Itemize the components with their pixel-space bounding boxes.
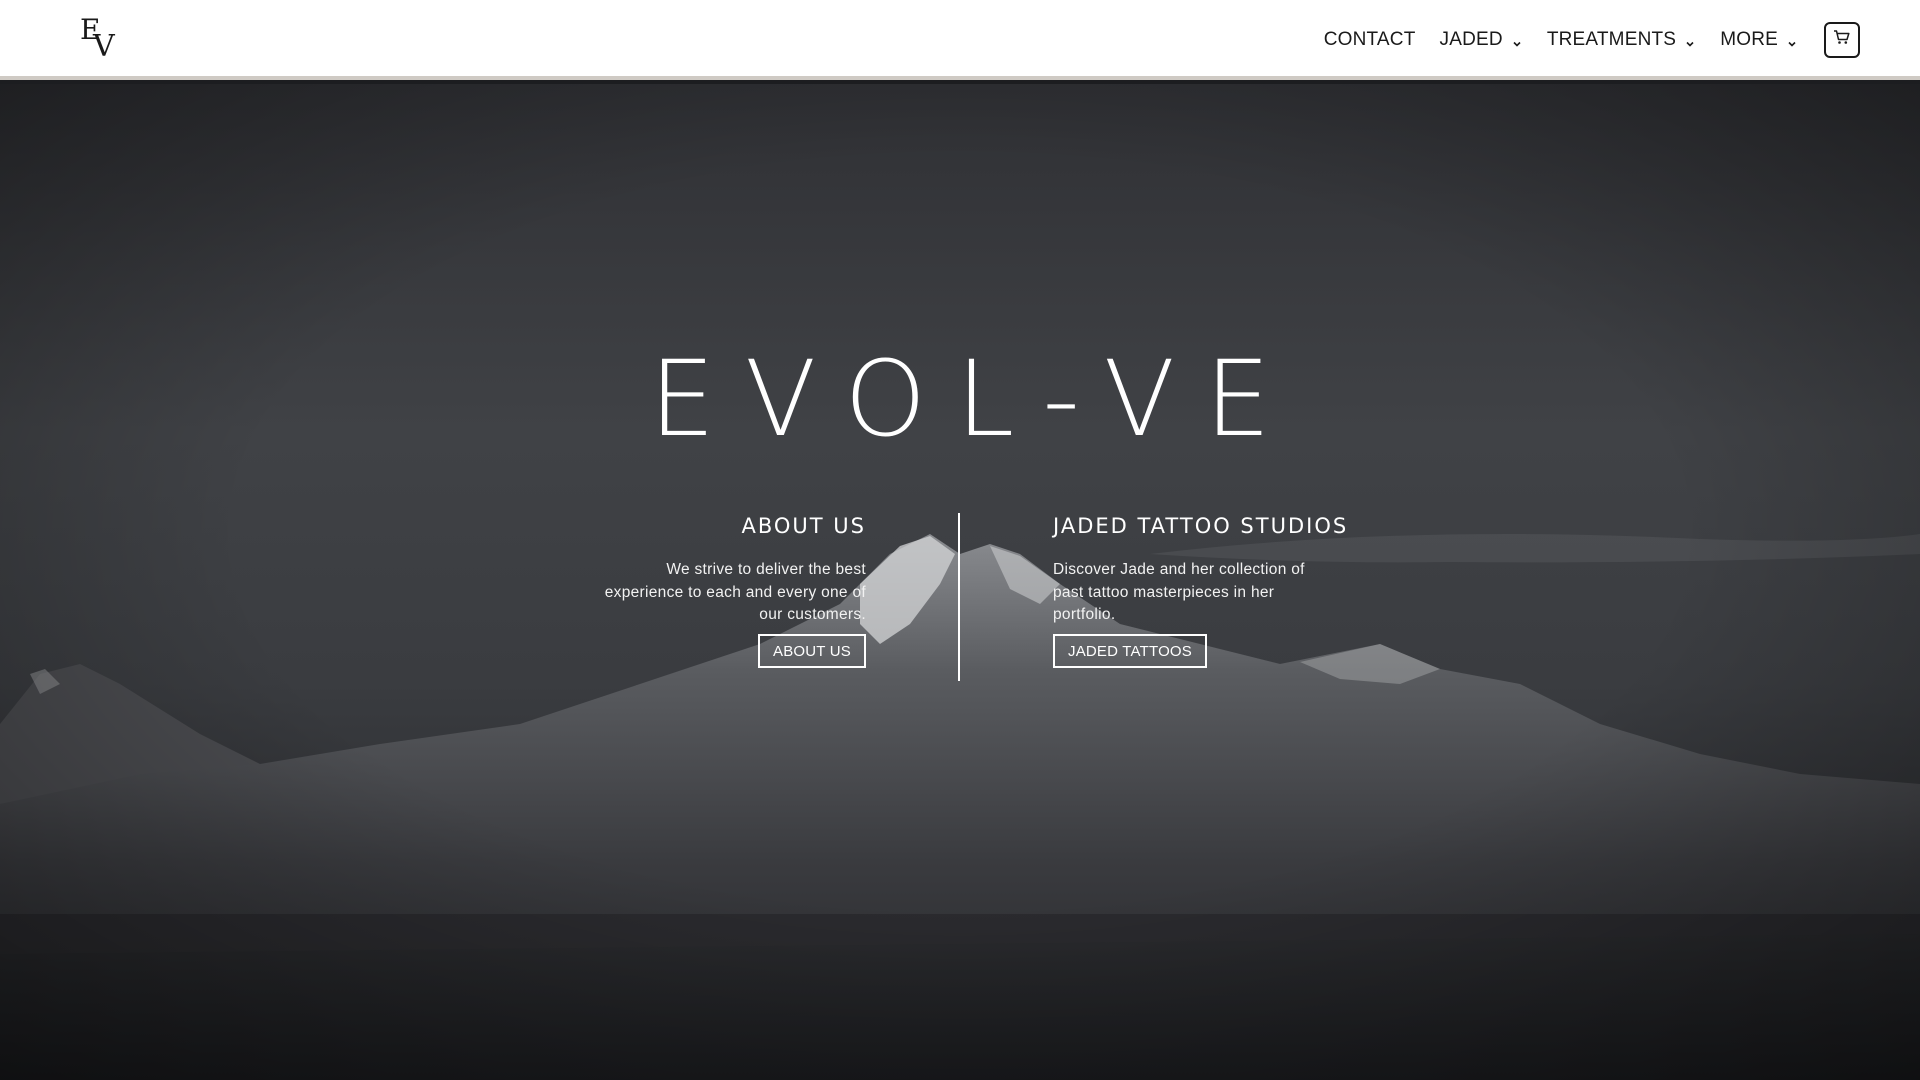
nav-item-label: CONTACT xyxy=(1323,29,1416,50)
section-divider xyxy=(958,513,960,681)
jaded-tattoos-button[interactable]: JADED TATTOOS xyxy=(1053,633,1208,668)
nav-item-treatments[interactable]: TREATMENTS xyxy=(1547,29,1696,51)
nav-item-jaded[interactable]: JADED xyxy=(1440,29,1523,51)
chevron-down-icon xyxy=(1786,34,1798,47)
cart-button[interactable] xyxy=(1824,22,1860,58)
main-nav: CONTACT JADED TREATMENTS MORE xyxy=(1324,0,1860,80)
site-header: E V CONTACT JADED TREATMENTS MORE xyxy=(0,0,1920,80)
jaded-text: Discover Jade and her collection of past… xyxy=(1053,561,1305,623)
nav-item-label: TREATMENTS xyxy=(1546,29,1677,50)
about-text: We strive to deliver the best experience… xyxy=(604,561,866,623)
chevron-down-icon xyxy=(1684,34,1696,47)
about-us-button[interactable]: ABOUT US xyxy=(757,633,866,668)
jaded-heading: JADED TATTOO STUDIOS xyxy=(1053,514,1349,538)
nav-item-contact[interactable]: CONTACT xyxy=(1324,29,1416,51)
site-logo[interactable]: E V xyxy=(80,16,120,62)
chevron-down-icon xyxy=(1511,34,1523,47)
jaded-section: JADED TATTOO STUDIOS Discover Jade and h… xyxy=(1053,513,1353,668)
logo-letter-v: V xyxy=(93,29,115,64)
about-heading: ABOUT US xyxy=(741,514,866,538)
hero-section: EVOL-VE xyxy=(0,84,1920,1080)
cart-icon xyxy=(1833,29,1851,51)
about-section: ABOUT US We strive to deliver the best e… xyxy=(566,513,866,668)
nav-item-label: JADED xyxy=(1439,29,1503,50)
nav-item-more[interactable]: MORE xyxy=(1720,29,1798,51)
nav-item-label: MORE xyxy=(1720,29,1778,50)
hero-title: EVOL-VE xyxy=(649,338,1301,460)
mountain-background-image xyxy=(0,84,1920,1080)
